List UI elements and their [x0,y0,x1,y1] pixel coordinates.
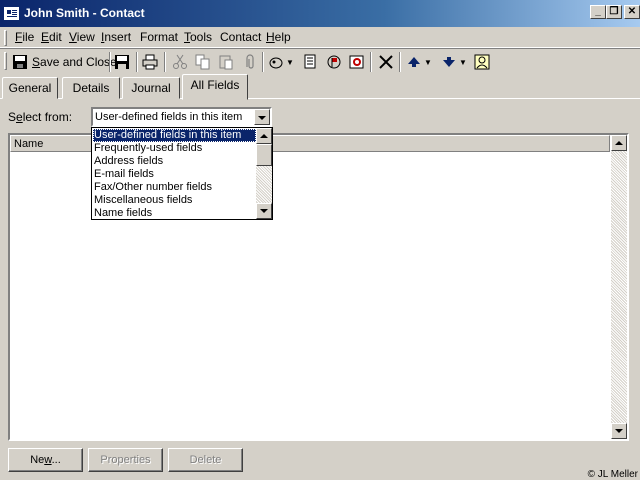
scroll-down-button[interactable] [611,423,627,439]
save-and-close-button[interactable]: Save and Close [12,52,117,72]
option-address[interactable]: Address fields [93,155,256,168]
copy-icon [195,54,210,70]
properties-toolbar-button[interactable] [303,52,319,72]
delete-icon [379,55,393,69]
save-button[interactable] [114,52,130,72]
toolbar-separator [370,52,372,72]
menu-edit[interactable]: Edit [41,30,62,44]
options-scroll-up[interactable] [256,128,272,144]
options-scrollbar[interactable] [256,128,272,219]
list-scrollbar[interactable] [611,135,627,439]
chevron-down-icon [260,209,268,213]
toolbar-separator [399,52,401,72]
toolbar-separator [136,52,138,72]
menu-contact[interactable]: Contact [220,30,261,44]
option-frequently-used[interactable]: Frequently-used fields [93,142,256,155]
print-button[interactable] [142,52,158,72]
toolbar-grip[interactable] [4,52,7,70]
menu-insert[interactable]: Insert [101,30,131,44]
address-book-button[interactable] [474,52,490,72]
restore-button[interactable]: ❐ [606,5,622,19]
option-name[interactable]: Name fields [93,207,256,220]
chevron-down-icon [615,429,623,433]
flag-button[interactable] [326,52,342,72]
tab-general[interactable]: General [2,77,58,99]
attach-icon [246,54,254,69]
title-bar: John Smith - Contact _ ❐ ✕ [0,0,640,27]
toolbar-separator [262,52,264,72]
option-email[interactable]: E-mail fields [93,168,256,181]
window-title: John Smith - Contact [24,6,145,20]
menu-view[interactable]: View [69,30,95,44]
tab-details[interactable]: Details [62,77,120,99]
menu-tools[interactable]: Tools [184,30,212,44]
menu-format[interactable]: Format [140,30,178,44]
delete-button[interactable]: Delete [168,448,243,472]
select-from-options[interactable]: User-defined fields in this item Frequen… [91,127,273,220]
next-item-button[interactable]: ▼ [441,52,467,72]
copyright-text: © JL Meller [587,469,638,480]
contact-card-icon[interactable] [4,7,19,20]
option-user-defined[interactable]: User-defined fields in this item [93,129,256,142]
copy-button[interactable] [195,52,211,72]
save-close-icon [13,55,27,69]
paste-button[interactable] [218,52,234,72]
save-icon [115,55,129,69]
option-miscellaneous[interactable]: Miscellaneous fields [93,194,256,207]
map-icon [349,55,364,69]
minimize-button[interactable]: _ [590,5,606,19]
previous-item-icon [408,57,420,67]
scroll-up-button[interactable] [611,135,627,151]
attach-button[interactable] [242,52,258,72]
chevron-down-icon [258,116,266,120]
toolbar-separator [164,52,166,72]
option-fax-other[interactable]: Fax/Other number fields [93,181,256,194]
next-item-icon [443,57,455,67]
cut-icon [173,54,187,69]
print-icon [142,54,158,70]
chevron-up-icon [260,134,268,138]
delete-toolbar-button[interactable] [378,52,394,72]
paste-icon [219,55,233,70]
map-button[interactable] [349,52,365,72]
cut-button[interactable] [172,52,188,72]
select-from-value: User-defined fields in this item [95,111,243,123]
menu-help[interactable]: Help [266,30,291,44]
menu-grip[interactable] [4,30,7,46]
select-from-dropdown[interactable]: User-defined fields in this item [91,107,272,127]
select-from-label: Select from: [8,110,73,124]
dropdown-button[interactable] [254,109,270,125]
action-icon [269,57,283,69]
chevron-up-icon [615,141,623,145]
properties-icon [304,54,316,69]
new-button[interactable]: New... [8,448,83,472]
standard-toolbar: Save and Close ▼ ▼ ▼ [0,48,640,74]
menu-bar: File Edit View Insert Format Tools Conta… [0,27,640,48]
toolbar-separator [109,52,111,72]
tab-journal[interactable]: Journal [122,77,180,99]
close-button[interactable]: ✕ [624,5,640,19]
action-button[interactable]: ▼ [268,52,294,72]
menu-file[interactable]: File [15,30,34,44]
options-scroll-down[interactable] [256,203,272,219]
properties-button[interactable]: Properties [88,448,163,472]
flag-icon [327,55,341,69]
tab-all-fields[interactable]: All Fields [182,74,248,100]
previous-item-button[interactable]: ▼ [406,52,432,72]
options-scroll-thumb[interactable] [256,144,272,166]
address-book-icon [474,54,490,70]
